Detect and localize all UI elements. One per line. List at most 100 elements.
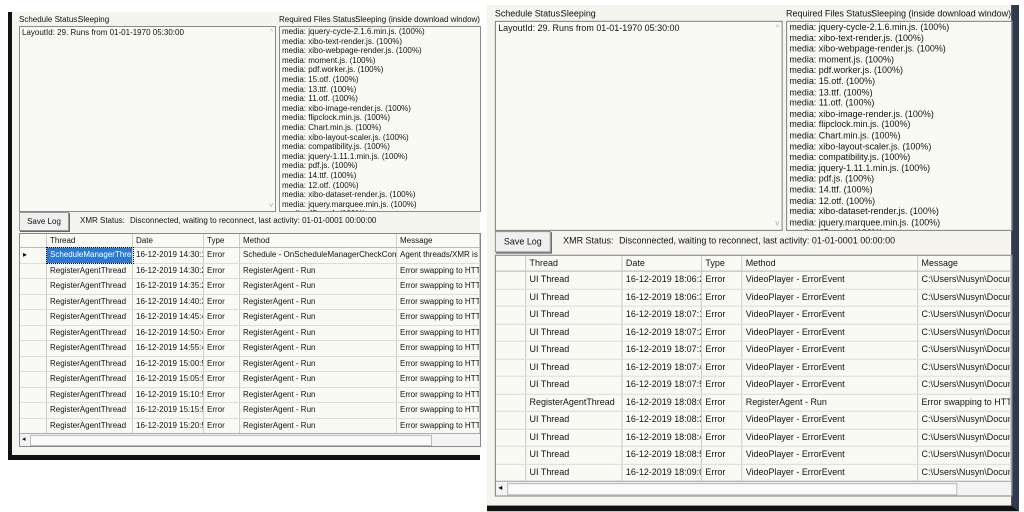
table-row[interactable]: UI Thread 16-12-2019 18:07:42 Error VideoPl… bbox=[495, 359, 1012, 377]
cell-date[interactable]: 16-12-2019 14:30:12 bbox=[133, 248, 204, 263]
scrollbar-thumb[interactable] bbox=[507, 482, 958, 496]
cell-date[interactable]: 16-12-2019 14:55:48 bbox=[133, 341, 204, 356]
cell-type[interactable]: Error bbox=[204, 248, 240, 263]
row-header[interactable] bbox=[496, 324, 527, 341]
cell-type[interactable]: Error bbox=[702, 394, 743, 411]
cell-method[interactable]: RegisterAgent - Run bbox=[240, 325, 397, 340]
table-row[interactable]: UI Thread 16-12-2019 18:07:22 Error VideoPl… bbox=[495, 324, 1012, 342]
row-header[interactable] bbox=[20, 403, 47, 418]
column-header-method[interactable]: Method bbox=[742, 255, 919, 271]
column-header-thread[interactable]: Thread bbox=[526, 255, 623, 271]
scroll-up-icon[interactable]: ^ bbox=[776, 24, 780, 32]
cell-date[interactable]: 16-12-2019 18:07:12 bbox=[623, 306, 703, 324]
save-log-button[interactable]: Save Log bbox=[19, 212, 69, 231]
column-header-message[interactable]: Message bbox=[918, 255, 1012, 271]
cell-thread[interactable]: RegisterAgentThread bbox=[47, 387, 133, 402]
cell-thread[interactable]: UI Thread bbox=[526, 446, 623, 464]
table-row[interactable]: RegisterAgentThread 16-12-2019 15:05:51 Er… bbox=[20, 372, 480, 388]
row-header[interactable] bbox=[496, 464, 527, 481]
cell-type[interactable]: Error bbox=[702, 271, 743, 289]
cell-type[interactable]: Error bbox=[702, 376, 743, 394]
cell-message[interactable]: C:\Users\Nusyn\Documen bbox=[918, 271, 1012, 289]
cell-date[interactable]: 16-12-2019 14:30:27 bbox=[133, 263, 204, 278]
table-row[interactable]: UI Thread 16-12-2019 18:07:32 Error VideoPl… bbox=[495, 341, 1012, 360]
cell-message[interactable]: Error swapping to HTTPS bbox=[397, 387, 480, 402]
scroll-left-icon[interactable]: ◂ bbox=[498, 483, 502, 492]
cell-date[interactable]: 16-12-2019 15:10:53 bbox=[133, 387, 204, 402]
cell-type[interactable]: Error bbox=[204, 310, 240, 325]
table-row[interactable]: UI Thread 16-12-2019 18:08:32 Error VideoPl… bbox=[495, 411, 1012, 430]
row-header[interactable] bbox=[496, 306, 527, 324]
cell-date[interactable]: 16-12-2019 14:35:29 bbox=[133, 279, 204, 294]
table-row[interactable]: UI Thread 16-12-2019 18:06:32 Error VideoPl… bbox=[495, 289, 1012, 307]
cell-method[interactable]: RegisterAgent - Run bbox=[240, 387, 397, 402]
cell-thread[interactable]: RegisterAgentThread bbox=[47, 418, 133, 433]
horizontal-scrollbar[interactable]: ◂ bbox=[20, 433, 480, 446]
cell-type[interactable]: Error bbox=[702, 446, 743, 464]
cell-method[interactable]: VideoPlayer - ErrorEvent bbox=[742, 411, 919, 429]
cell-type[interactable]: Error bbox=[204, 356, 240, 371]
save-log-button[interactable]: Save Log bbox=[494, 231, 551, 253]
column-header-date[interactable]: Date bbox=[133, 234, 204, 247]
cell-date[interactable]: 16-12-2019 14:45:44 bbox=[133, 310, 204, 325]
cell-thread[interactable]: UI Thread bbox=[526, 341, 623, 359]
cell-method[interactable]: Schedule - OnScheduleManagerCheckComplet… bbox=[240, 248, 397, 263]
cell-date[interactable]: 16-12-2019 18:06:23 bbox=[623, 271, 703, 289]
cell-method[interactable]: VideoPlayer - ErrorEvent bbox=[742, 289, 919, 306]
cell-date[interactable]: 16-12-2019 14:40:31 bbox=[133, 294, 204, 309]
scroll-left-icon[interactable]: ◂ bbox=[22, 435, 26, 443]
table-row[interactable]: UI Thread 16-12-2019 18:06:23 Error VideoPl… bbox=[495, 271, 1012, 290]
row-header[interactable] bbox=[20, 294, 47, 309]
cell-thread[interactable]: UI Thread bbox=[526, 271, 623, 289]
table-row[interactable]: ▸ ScheduleManagerThread 16-12-2019 14:30:1… bbox=[20, 247, 480, 264]
cell-message[interactable]: Error swapping to HTTPS bbox=[397, 325, 480, 340]
cell-method[interactable]: RegisterAgent - Run bbox=[240, 372, 397, 387]
row-header[interactable] bbox=[20, 341, 47, 356]
required-files-list[interactable]: media: jquery-cycle-2.1.6.min.js. (100%)… bbox=[786, 20, 1013, 231]
cell-message[interactable]: C:\Users\Nusyn\Documen bbox=[918, 289, 1012, 306]
cell-message[interactable]: C:\Users\Nusyn\Documen bbox=[918, 306, 1012, 324]
row-header[interactable] bbox=[20, 310, 47, 325]
cell-thread[interactable]: RegisterAgentThread bbox=[47, 403, 133, 418]
cell-thread[interactable]: RegisterAgentThread bbox=[47, 294, 133, 309]
row-header[interactable] bbox=[20, 387, 47, 402]
cell-message[interactable]: Error swapping to HTTPS bbox=[397, 418, 480, 433]
cell-type[interactable]: Error bbox=[204, 372, 240, 387]
column-header-thread[interactable]: Thread bbox=[47, 234, 133, 247]
column-header-message[interactable]: Message bbox=[397, 234, 480, 247]
row-header[interactable] bbox=[496, 446, 527, 464]
cell-thread[interactable]: RegisterAgentThread bbox=[47, 372, 133, 387]
cell-thread[interactable]: UI Thread bbox=[526, 306, 623, 324]
scrollbar-thumb[interactable] bbox=[30, 435, 432, 446]
cell-method[interactable]: RegisterAgent - Run bbox=[240, 341, 397, 356]
schedule-textbox[interactable]: LayoutId: 29. Runs from 01-01-1970 05:30… bbox=[494, 20, 783, 231]
cell-type[interactable]: Error bbox=[702, 429, 743, 446]
row-header[interactable] bbox=[20, 372, 47, 387]
cell-thread[interactable]: UI Thread bbox=[526, 376, 623, 394]
cell-method[interactable]: RegisterAgent - Run bbox=[742, 394, 919, 411]
cell-message[interactable]: Error swapping to HTTPS bbox=[397, 403, 480, 418]
scroll-down-icon[interactable]: v bbox=[270, 202, 274, 209]
table-row[interactable]: RegisterAgentThread 16-12-2019 15:15:55 Er… bbox=[20, 403, 480, 419]
cell-message[interactable]: C:\Users\Nusyn\Documen bbox=[918, 429, 1012, 446]
row-header[interactable] bbox=[20, 325, 47, 340]
table-row[interactable]: RegisterAgentThread 16-12-2019 14:40:31 Er… bbox=[20, 294, 480, 310]
cell-method[interactable]: VideoPlayer - ErrorEvent bbox=[742, 324, 919, 341]
cell-thread[interactable]: UI Thread bbox=[526, 429, 623, 446]
row-header[interactable] bbox=[496, 271, 527, 289]
row-header[interactable] bbox=[496, 289, 527, 306]
cell-thread[interactable]: RegisterAgentThread bbox=[47, 310, 133, 325]
cell-message[interactable]: C:\Users\Nusyn\Documen bbox=[918, 376, 1012, 394]
table-row[interactable]: RegisterAgentThread 16-12-2019 15:00:50 Er… bbox=[20, 356, 480, 372]
cell-method[interactable]: VideoPlayer - ErrorEvent bbox=[742, 429, 919, 446]
cell-date[interactable]: 16-12-2019 14:50:46 bbox=[133, 325, 204, 340]
cell-thread[interactable]: RegisterAgentThread bbox=[47, 325, 133, 340]
cell-date[interactable]: 16-12-2019 18:07:32 bbox=[623, 341, 703, 359]
table-row[interactable]: RegisterAgentThread 16-12-2019 14:35:29 Er… bbox=[20, 279, 480, 295]
cell-message[interactable]: Error swapping to HTTPS. bbox=[918, 394, 1012, 411]
cell-method[interactable]: VideoPlayer - ErrorEvent bbox=[742, 306, 919, 324]
cell-method[interactable]: RegisterAgent - Run bbox=[240, 279, 397, 294]
table-row[interactable]: RegisterAgentThread 16-12-2019 14:30:27 Er… bbox=[20, 263, 480, 279]
row-header[interactable]: ▸ bbox=[20, 248, 47, 263]
cell-message[interactable]: Error swapping to HTTPS bbox=[397, 310, 480, 325]
